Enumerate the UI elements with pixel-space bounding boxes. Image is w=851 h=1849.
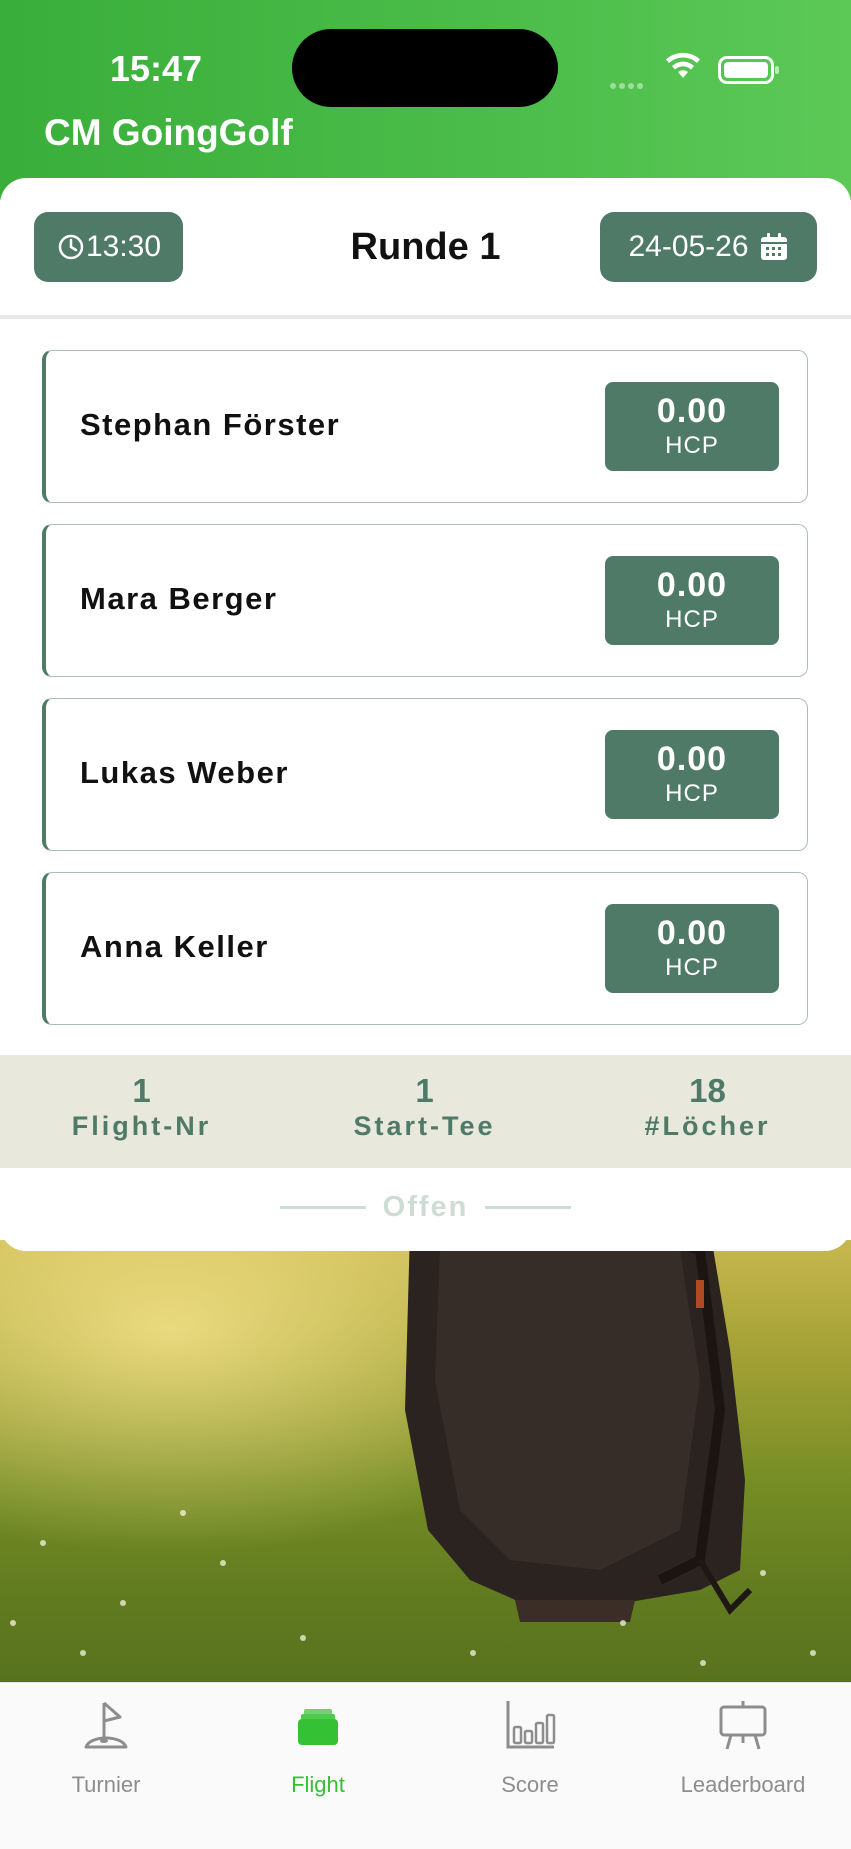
- stat-value: 1: [415, 1072, 434, 1109]
- app-header: 15:47 CM GoingGolf: [0, 0, 851, 200]
- wifi-icon: [664, 50, 702, 85]
- status-bar-time: 15:47: [110, 48, 203, 89]
- tab-label: Turnier: [71, 1772, 141, 1797]
- tab-turnier[interactable]: Turnier: [0, 1683, 212, 1803]
- hcp-value: 0.00: [656, 914, 728, 952]
- hcp-value: 0.00: [656, 566, 728, 604]
- golf-bag-image: [405, 1240, 753, 1622]
- player-name: Stephan Förster: [80, 407, 341, 442]
- dynamic-island: [292, 29, 558, 107]
- stat-holes: 18 #Löcher: [566, 1055, 849, 1168]
- flag-icon: [84, 1701, 128, 1749]
- stat-value: 1: [132, 1072, 151, 1109]
- hcp-label: HCP: [665, 606, 719, 633]
- hcp-value: 0.00: [656, 392, 728, 430]
- player-card[interactable]: Lukas Weber 0.00 HCP: [42, 698, 808, 851]
- hcp-badge: 0.00 HCP: [605, 556, 779, 645]
- stack-icon: [298, 1709, 338, 1745]
- cellular-signal-icon: [610, 76, 650, 89]
- status-divider-right: [484, 1206, 571, 1209]
- status-label: Offen: [382, 1191, 469, 1223]
- player-card[interactable]: Stephan Förster 0.00 HCP: [42, 350, 808, 503]
- stat-label: Flight-Nr: [71, 1111, 212, 1141]
- hcp-label: HCP: [665, 954, 719, 981]
- date-button[interactable]: 24-05-26: [600, 212, 817, 282]
- bar-chart-icon: [506, 1701, 556, 1749]
- tab-label: Score: [501, 1772, 559, 1797]
- stat-label: #Löcher: [644, 1111, 771, 1141]
- golf-bag-background-image: [0, 1240, 851, 1682]
- tab-flight[interactable]: Flight: [212, 1683, 424, 1803]
- hcp-label: HCP: [665, 780, 719, 807]
- stat-label: Start-Tee: [353, 1111, 496, 1141]
- tab-score[interactable]: Score: [424, 1683, 636, 1803]
- player-name: Lukas Weber: [80, 755, 289, 790]
- date-label: 24-05-26: [628, 230, 749, 263]
- player-name: Mara Berger: [80, 581, 278, 616]
- hcp-badge: 0.00 HCP: [605, 904, 779, 993]
- hcp-value: 0.00: [656, 740, 728, 778]
- easel-board-icon: [719, 1701, 767, 1750]
- stat-value: 18: [689, 1072, 726, 1109]
- tab-leaderboard[interactable]: Leaderboard: [637, 1683, 849, 1803]
- header-divider: [0, 315, 851, 319]
- app-title: CM GoingGolf: [44, 112, 293, 153]
- stat-start-tee: 1 Start-Tee: [283, 1055, 566, 1168]
- hcp-badge: 0.00 HCP: [605, 730, 779, 819]
- player-card[interactable]: Mara Berger 0.00 HCP: [42, 524, 808, 677]
- hcp-badge: 0.00 HCP: [605, 382, 779, 471]
- battery-icon: [718, 56, 779, 84]
- flight-card: 13:30 Runde 1 24-05-26 Stephan Förster 0…: [0, 178, 851, 1251]
- player-name: Anna Keller: [80, 929, 269, 964]
- tab-label: Leaderboard: [680, 1772, 806, 1797]
- tab-bar: Turnier Flight Score Leaderboard: [0, 1682, 851, 1849]
- stat-flight-nr: 1 Flight-Nr: [0, 1055, 283, 1168]
- status-divider-left: [280, 1206, 367, 1209]
- calendar-icon: [760, 233, 787, 260]
- hcp-label: HCP: [665, 432, 719, 459]
- tab-label: Flight: [291, 1772, 345, 1797]
- flight-stats-bar: 1 Flight-Nr 1 Start-Tee 18 #Löcher: [0, 1055, 851, 1168]
- player-card[interactable]: Anna Keller 0.00 HCP: [42, 872, 808, 1025]
- flight-status: Offen: [0, 1191, 851, 1224]
